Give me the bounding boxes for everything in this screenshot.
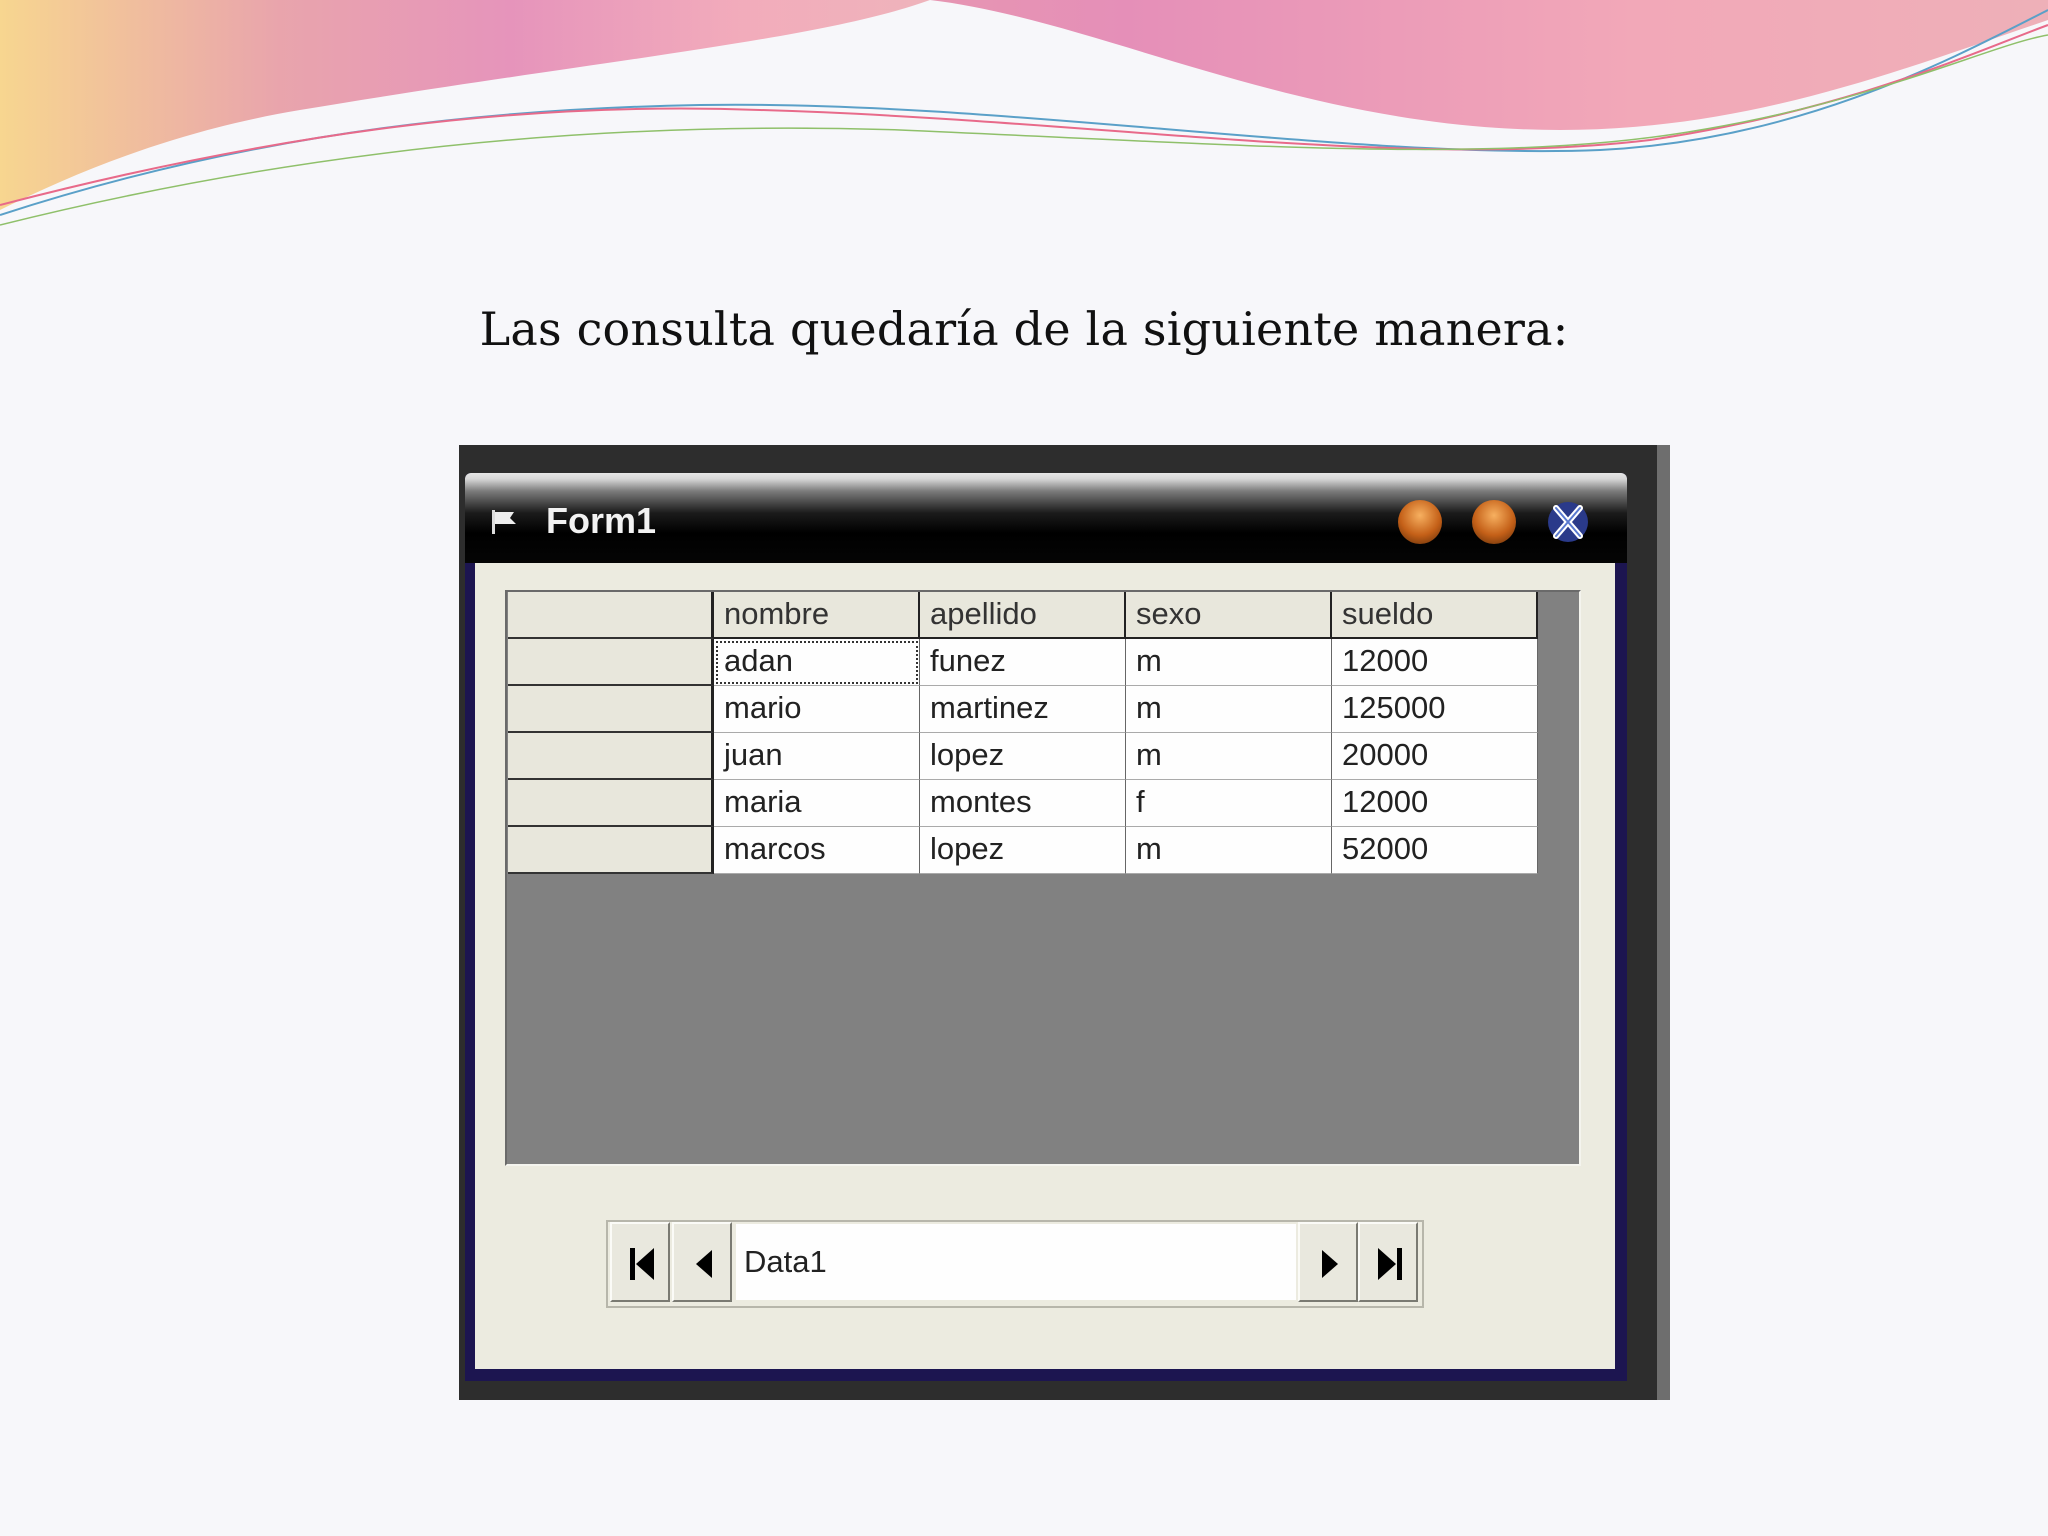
grid-cell[interactable]: montes bbox=[920, 780, 1126, 827]
grid-corner-header[interactable] bbox=[508, 592, 714, 639]
row-selector[interactable] bbox=[508, 686, 714, 733]
grid-cell[interactable]: 52000 bbox=[1332, 827, 1538, 874]
form-icon bbox=[492, 510, 516, 534]
column-header-sueldo[interactable]: sueldo bbox=[1332, 592, 1538, 639]
grid-cell[interactable]: 20000 bbox=[1332, 733, 1538, 780]
close-icon[interactable] bbox=[1546, 500, 1590, 544]
grid-cell[interactable]: 125000 bbox=[1332, 686, 1538, 733]
column-header-sexo[interactable]: sexo bbox=[1126, 592, 1332, 639]
grid-cell[interactable]: mario bbox=[714, 686, 920, 733]
window-title: Form1 bbox=[546, 500, 657, 541]
row-selector[interactable] bbox=[508, 639, 714, 686]
grid-cell[interactable]: martinez bbox=[920, 686, 1126, 733]
grid-cell[interactable]: lopez bbox=[920, 733, 1126, 780]
decorative-wave-banner bbox=[0, 0, 2048, 226]
next-record-button[interactable] bbox=[1298, 1222, 1358, 1302]
next-record-icon bbox=[1322, 1250, 1338, 1278]
grid-cell[interactable]: m bbox=[1126, 686, 1332, 733]
grid-cell[interactable]: m bbox=[1126, 733, 1332, 780]
grid-cell[interactable]: m bbox=[1126, 827, 1332, 874]
grid-cell[interactable]: m bbox=[1126, 639, 1332, 686]
slide-heading: Las consulta quedaría de la siguiente ma… bbox=[479, 302, 1569, 356]
grid-cell[interactable]: marcos bbox=[714, 827, 920, 874]
last-record-button[interactable] bbox=[1358, 1222, 1418, 1302]
column-header-nombre[interactable]: nombre bbox=[714, 592, 920, 639]
first-record-icon bbox=[630, 1248, 654, 1280]
previous-record-button[interactable] bbox=[672, 1222, 732, 1302]
first-record-button[interactable] bbox=[610, 1222, 670, 1302]
row-selector[interactable] bbox=[508, 780, 714, 827]
minimize-icon[interactable] bbox=[1398, 500, 1442, 544]
grid-cell[interactable]: 12000 bbox=[1332, 639, 1538, 686]
grid-cell[interactable]: 12000 bbox=[1332, 780, 1538, 827]
data-control-caption: Data1 bbox=[736, 1224, 1296, 1300]
maximize-icon[interactable] bbox=[1472, 500, 1516, 544]
grid-cell[interactable]: funez bbox=[920, 639, 1126, 686]
row-selector[interactable] bbox=[508, 733, 714, 780]
grid-cell[interactable]: juan bbox=[714, 733, 920, 780]
grid-cell[interactable]: adan bbox=[714, 639, 920, 686]
row-selector[interactable] bbox=[508, 827, 714, 874]
grid-cell[interactable]: f bbox=[1126, 780, 1332, 827]
grid-cell[interactable]: lopez bbox=[920, 827, 1126, 874]
grid-cell[interactable]: maria bbox=[714, 780, 920, 827]
previous-record-icon bbox=[696, 1250, 712, 1278]
last-record-icon bbox=[1378, 1248, 1402, 1280]
column-header-apellido[interactable]: apellido bbox=[920, 592, 1126, 639]
